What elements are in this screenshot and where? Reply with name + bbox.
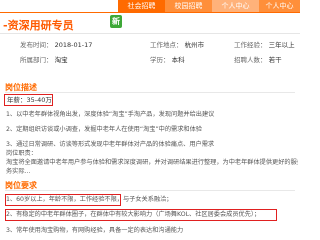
requirements-divider — [5, 190, 295, 191]
description-divider — [5, 92, 295, 93]
salary-highlight: 年薪：35-40万 — [4, 94, 53, 106]
work-experience: 工作经验： 三年以上 — [234, 41, 295, 50]
description-line-1: 1、以中老年群体视角出发，深度体验“淘宝”手淘产品，发现问题并给出建议 — [6, 111, 215, 118]
top-navigation: 社会招聘 校园招聘 个人中心 个人中心 — [0, 0, 300, 12]
description-line-6: 务实际... — [6, 168, 31, 175]
requirement-1-highlight — [5, 194, 121, 206]
title-divider — [0, 33, 300, 34]
requirement-2-highlight — [5, 209, 277, 221]
department: 所属部门： 淘宝 — [20, 56, 68, 65]
description-line-5: 淘宝将全面邀请中老年用户参与体验和需求深度调研，并对调研结果进行整理，为中老年群… — [6, 159, 298, 166]
tab-personal-center-2[interactable]: 个人中心 — [259, 0, 300, 12]
edu-value: 本科 — [171, 56, 185, 64]
description-line-3: 3、通过日常调研、访谈等形式发现中老年群体对产品的体验痛点、用户需求 — [6, 141, 215, 148]
headcount-value: 若干 — [268, 56, 282, 64]
nav-divider — [0, 12, 300, 13]
location-label: 工作地点： — [150, 41, 183, 49]
description-line-2: 2、定期组织访谈或小调查，发掘中老年人在使用“淘宝”中的需求和体验 — [6, 126, 202, 133]
experience-label: 工作经验： — [234, 41, 267, 49]
work-location: 工作地点： 杭州市 — [150, 41, 204, 50]
publish-date: 2018-01-17 — [54, 41, 93, 49]
headcount: 招聘人数： 若干 — [234, 56, 282, 65]
tab-personal-center[interactable]: 个人中心 — [212, 0, 259, 12]
job-title: -资深用研专员 — [3, 19, 74, 32]
education: 学历： 本科 — [150, 56, 185, 65]
dept-value: 淘宝 — [54, 56, 68, 64]
tab-social-recruitment[interactable]: 社会招聘 — [118, 0, 165, 12]
dept-label: 所属部门： — [20, 56, 53, 64]
new-badge: 新 — [110, 15, 122, 28]
headcount-label: 招聘人数： — [234, 56, 267, 64]
edu-label: 学历： — [150, 56, 170, 64]
publish-time: 发布时间： 2018-01-17 — [20, 41, 92, 50]
location-value: 杭州市 — [184, 41, 205, 49]
publish-label: 发布时间： — [20, 41, 53, 49]
requirement-line-3: 3、常年使用淘宝购物，有网购经验，具备一定的表达和沟通能力 — [6, 227, 184, 234]
description-line-4: 岗位职责： — [6, 150, 37, 157]
experience-value: 三年以上 — [268, 41, 295, 49]
tab-campus-recruitment[interactable]: 校园招聘 — [165, 0, 212, 12]
